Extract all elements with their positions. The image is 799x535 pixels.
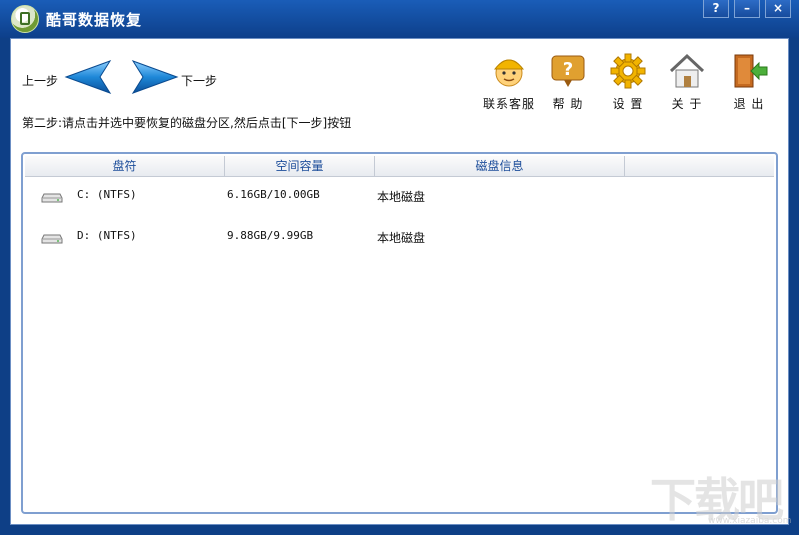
table-header: 盘符 空间容量 磁盘信息 [25, 156, 774, 177]
window-help-button[interactable]: ? [703, 0, 729, 18]
about-button[interactable]: 关 于 [657, 51, 717, 112]
help-sign-icon: ? [551, 55, 585, 87]
svg-text:?: ? [563, 59, 573, 80]
about-label: 关 于 [671, 97, 703, 111]
main-content: 上一步 下一步 联系客服 ? 帮 助 设 置 关 于 退 出 第二步:请点击并选… [10, 38, 789, 525]
exit-door-icon [734, 54, 768, 88]
support-label: 联系客服 [482, 97, 535, 111]
settings-label: 设 置 [612, 97, 644, 111]
prev-step-label[interactable]: 上一步 [22, 72, 58, 89]
table-row[interactable]: D: (NTFS) 9.88GB/9.99GB 本地磁盘 [25, 226, 774, 248]
exit-button[interactable]: 退 出 [719, 51, 779, 112]
space-cell: 9.88GB/9.99GB [227, 229, 314, 242]
info-cell: 本地磁盘 [377, 190, 426, 204]
prev-arrow-icon[interactable] [64, 59, 112, 95]
column-header-space[interactable]: 空间容量 [225, 156, 375, 176]
support-person-icon [493, 59, 525, 87]
minimize-button[interactable]: – [734, 0, 760, 18]
table-row[interactable]: C: (NTFS) 6.16GB/10.00GB 本地磁盘 [25, 185, 774, 207]
app-logo-icon [11, 5, 39, 33]
app-title: 酷哥数据恢复 [46, 11, 143, 29]
column-header-drive[interactable]: 盘符 [25, 156, 225, 176]
space-cell: 6.16GB/10.00GB [227, 188, 320, 201]
step-instruction: 第二步:请点击并选中要恢复的磁盘分区,然后点击[下一步]按钮 [22, 116, 352, 130]
exit-label: 退 出 [733, 97, 765, 111]
info-cell: 本地磁盘 [377, 231, 426, 245]
drive-cell: D: (NTFS) [77, 229, 137, 242]
support-button[interactable]: 联系客服 [479, 51, 539, 112]
help-label: 帮 助 [552, 97, 584, 111]
help-button[interactable]: ? 帮 助 [538, 51, 598, 112]
column-header-empty [625, 156, 776, 176]
gear-icon [610, 53, 646, 89]
hard-disk-icon [41, 234, 63, 244]
close-button[interactable]: × [765, 0, 791, 18]
next-step-label[interactable]: 下一步 [181, 72, 217, 89]
house-icon [669, 53, 705, 88]
partition-list: 盘符 空间容量 磁盘信息 C: (NTFS) 6.16GB/10.00GB 本地… [21, 152, 778, 514]
settings-button[interactable]: 设 置 [598, 51, 658, 112]
next-arrow-icon[interactable] [131, 59, 179, 95]
title-bar: 酷哥数据恢复 ? – × [0, 0, 799, 38]
column-header-info[interactable]: 磁盘信息 [375, 156, 625, 176]
drive-cell: C: (NTFS) [77, 188, 137, 201]
hard-disk-icon [41, 193, 63, 203]
